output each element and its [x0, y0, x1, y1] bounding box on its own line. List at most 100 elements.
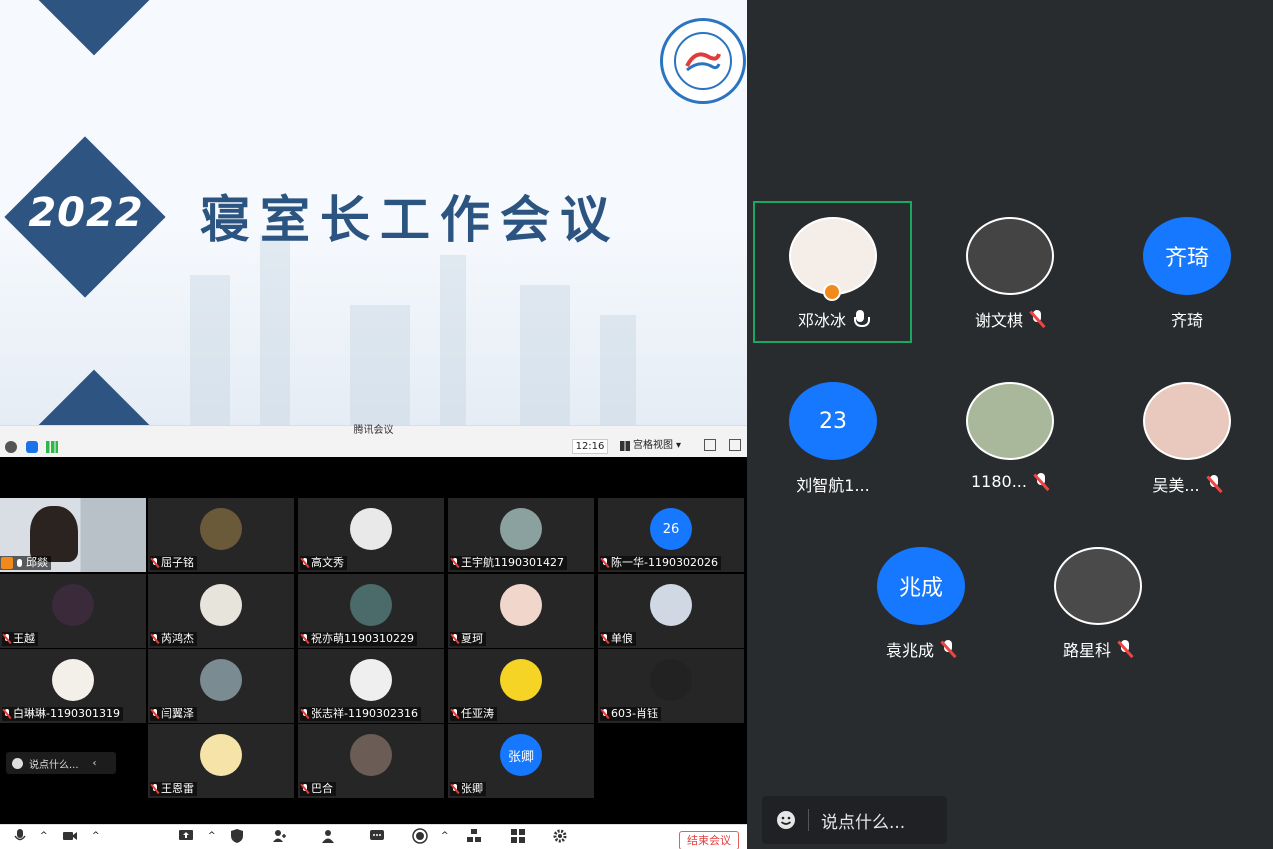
participant-name-tag: 王宇航1190301427 [450, 556, 567, 570]
camera-button[interactable] [62, 828, 78, 844]
participant-tile[interactable]: 张卿 张卿 [448, 724, 594, 798]
desktop-meeting-view: 2022 寝室长工作会议 腾讯会议 12:16 宫格视图 ▾ 邱燚 屈子铭 高文… [0, 0, 747, 849]
add-user-icon [273, 830, 286, 842]
mic-on-icon [852, 310, 870, 328]
mic-muted-icon [601, 634, 609, 644]
signal-icon[interactable] [46, 441, 58, 453]
grid-view-toggle[interactable]: 宫格视图 ▾ [620, 438, 681, 454]
participant-tile[interactable]: 屈子铭 [148, 498, 294, 572]
avatar-initials: 兆成 [898, 576, 943, 601]
participant-name: 张志祥-1190302316 [311, 707, 418, 720]
participant-name-row: 邓冰冰 [753, 307, 913, 331]
record-chevron-icon[interactable]: ^ [441, 828, 449, 844]
info-icon[interactable] [5, 441, 17, 453]
participant-name-tag: 闫翼泽 [150, 707, 197, 721]
chevron-left-icon[interactable]: ‹ [93, 758, 97, 769]
participant-tile[interactable]: 闫翼泽 [148, 649, 294, 723]
logo-emblem-icon [685, 52, 721, 72]
participant-tile[interactable]: 王宇航1190301427 [448, 498, 594, 572]
participant-name-tag: 屈子铭 [150, 556, 197, 570]
participant-avatar [650, 584, 692, 626]
avatar-initials: 26 [662, 521, 680, 537]
camera-chevron-icon[interactable]: ^ [92, 828, 100, 844]
security-button[interactable] [229, 828, 245, 844]
mic-chevron-icon[interactable]: ^ [40, 828, 48, 844]
mic-muted-icon [151, 634, 159, 644]
mic-muted-icon [301, 709, 309, 719]
participant-avatar [500, 584, 542, 626]
participant-avatar [52, 584, 94, 626]
host-icon [1, 557, 13, 569]
shield-icon[interactable] [26, 441, 38, 453]
mic-muted-icon [301, 634, 309, 644]
participant-tile[interactable]: 夏珂 [448, 574, 594, 648]
participant-avatar [200, 508, 242, 550]
participant-card[interactable]: 齐琦 齐琦 [1107, 201, 1267, 341]
participant-avatar [52, 659, 94, 701]
participant-name: 603-肖钰 [611, 707, 658, 720]
slide-diamond-top [17, 0, 171, 56]
slide-building [260, 235, 290, 425]
participant-name: 巴合 [311, 782, 333, 795]
participant-tile[interactable]: 芮鸿杰 [148, 574, 294, 648]
settings-button[interactable] [552, 828, 568, 844]
mic-muted-icon [151, 709, 159, 719]
participant-tile[interactable]: 王越 [0, 574, 146, 648]
participant-avatar [1143, 382, 1231, 460]
participant-tile[interactable]: 邱燚 [0, 498, 146, 572]
vm-clock: 12:16 [572, 439, 608, 454]
participant-name-tag: 白琳琳-1190301319 [2, 707, 123, 721]
participant-name: 白琳琳-1190301319 [13, 707, 120, 720]
participant-tile[interactable]: 白琳琳-1190301319 [0, 649, 146, 723]
participant-name-tag: 夏珂 [450, 632, 486, 646]
chat-button[interactable] [369, 828, 385, 844]
participant-tile[interactable]: 王恩雷 [148, 724, 294, 798]
participant-card[interactable]: 谢文棋 [930, 201, 1090, 341]
participant-tile[interactable]: 巴合 [298, 724, 444, 798]
participant-tile[interactable]: 单俍 [598, 574, 744, 648]
participant-card[interactable]: 邓冰冰 [753, 201, 913, 341]
record-icon [412, 828, 428, 844]
screen: 2022 寝室长工作会议 腾讯会议 12:16 宫格视图 ▾ 邱燚 屈子铭 高文… [0, 0, 1273, 849]
participant-card[interactable]: 兆成 袁兆成 [841, 531, 1001, 671]
breakout-button[interactable] [466, 828, 482, 844]
chat-input-small[interactable]: 说点什么... ‹ [6, 752, 116, 774]
participant-name: 王宇航1190301427 [461, 556, 564, 569]
gear-icon [553, 829, 567, 843]
fullscreen-icon[interactable] [704, 439, 716, 451]
record-button[interactable] [412, 828, 428, 844]
participant-name-tag: 邱燚 [0, 556, 51, 570]
chat-input[interactable]: 说点什么... [762, 796, 947, 844]
mic-button[interactable] [12, 828, 28, 844]
invite-button[interactable] [272, 828, 288, 844]
mic-muted-icon [601, 709, 609, 719]
apps-button[interactable] [510, 828, 526, 844]
members-button[interactable] [320, 828, 336, 844]
participant-name-tag: 芮鸿杰 [150, 632, 197, 646]
slide-building [440, 255, 466, 425]
participant-tile[interactable]: 任亚涛 [448, 649, 594, 723]
participant-name-row: 吴美... [1107, 472, 1267, 496]
participant-card[interactable]: 吴美... [1107, 366, 1267, 506]
emoji-icon[interactable] [12, 757, 23, 769]
participant-tile[interactable]: 张志祥-1190302316 [298, 649, 444, 723]
end-meeting-button[interactable]: 结束会议 [679, 831, 739, 849]
participant-tile[interactable]: 603-肖钰 [598, 649, 744, 723]
participant-name-row: 袁兆成 [841, 637, 1001, 661]
participant-name-tag: 张卿 [450, 782, 486, 796]
participant-card[interactable]: 路星科 [1018, 531, 1178, 671]
mic-muted-icon [451, 709, 459, 719]
participant-tile[interactable]: 高文秀 [298, 498, 444, 572]
share-chevron-icon[interactable]: ^ [208, 828, 216, 844]
sidebar-toggle-icon[interactable] [729, 439, 741, 451]
share-screen-icon [179, 830, 193, 840]
participant-tile[interactable]: 26 陈一华-1190302026 [598, 498, 744, 572]
participant-name: 路星科 [1062, 641, 1111, 660]
participant-avatar: 26 [650, 508, 692, 550]
participant-card[interactable]: 1180... [930, 366, 1090, 506]
emoji-icon[interactable] [776, 810, 796, 830]
share-screen-button[interactable] [178, 828, 194, 844]
participant-tile[interactable]: 祝亦萌1190310229 [298, 574, 444, 648]
participant-avatar [500, 659, 542, 701]
participant-card[interactable]: 23 刘智航1... [753, 366, 913, 506]
